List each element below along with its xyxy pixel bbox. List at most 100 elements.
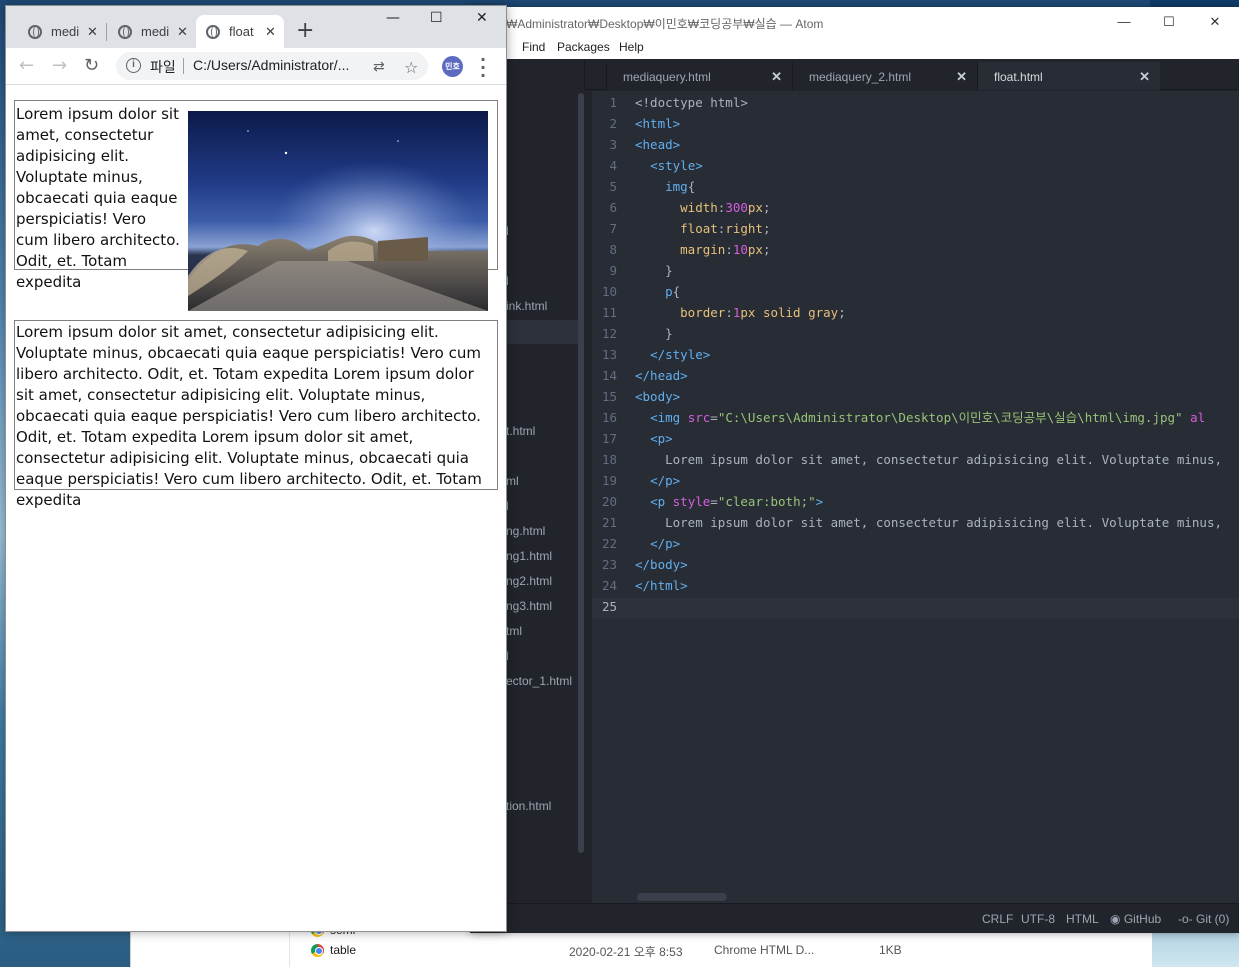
line-number: 6	[609, 200, 617, 215]
globe-icon	[118, 24, 132, 39]
tree-item[interactable]: ng.html	[506, 524, 545, 538]
forward-arrow-icon[interactable]: →	[52, 55, 67, 76]
tab-mediaquery-2[interactable]: mediaquery_2.html ✕	[792, 62, 977, 90]
code-line: <p>	[635, 428, 673, 449]
code-token: <style>	[650, 158, 703, 173]
code-editor[interactable]: <!doctype html> <html> <head> <style> im…	[635, 91, 1239, 903]
line-number-gutter: 1 2 3 4 5 6 7 8 9 10 11 12 13 14 15 16 1…	[592, 91, 635, 903]
tab-title: float	[229, 24, 254, 39]
close-tab-icon[interactable]: ✕	[1139, 69, 1150, 85]
line-number: 4	[609, 158, 617, 173]
close-icon[interactable]: ✕	[1205, 13, 1225, 31]
code-token: al	[1190, 410, 1206, 425]
more-menu-icon[interactable]: · · ·	[480, 52, 486, 84]
code-line: Lorem ipsum dolor sit amet, consectetur …	[635, 512, 1222, 533]
code-line: <img src="C:\Users\Administrator\Desktop…	[650, 410, 1206, 425]
menu-help[interactable]: Help	[619, 40, 644, 54]
code-token: img	[665, 179, 688, 194]
code-line: <!doctype html>	[635, 92, 748, 113]
menu-find[interactable]: Find	[522, 40, 545, 54]
tree-scrollbar[interactable]	[578, 93, 584, 853]
code-token: "clear:both;"	[717, 494, 816, 509]
browser-tab[interactable]: mediaquery ✕	[18, 15, 106, 48]
info-icon[interactable]: i	[126, 58, 141, 73]
tab-divider	[106, 23, 107, 41]
minimize-icon[interactable]: —	[386, 10, 400, 26]
maximize-icon[interactable]: ☐	[430, 10, 443, 26]
code-token: <p>	[650, 431, 673, 446]
code-token: <!doctype html>	[635, 95, 748, 110]
tree-item[interactable]: ng2.html	[506, 574, 552, 588]
reload-icon[interactable]: ↻	[84, 55, 99, 76]
avatar[interactable]: 민호	[442, 56, 463, 77]
code-token: 300	[725, 200, 748, 215]
url-text[interactable]: C:/Users/Administrator/...	[193, 57, 349, 73]
globe-icon	[28, 24, 42, 39]
line-number: 11	[601, 305, 617, 320]
close-icon[interactable]: ✕	[87, 24, 98, 40]
close-window-icon[interactable]: ✕	[476, 10, 488, 26]
line-number: 21	[601, 515, 617, 530]
minimize-icon[interactable]: —	[1114, 13, 1134, 31]
code-token: right	[725, 221, 763, 236]
close-tab-icon[interactable]: ✕	[771, 69, 782, 85]
file-row[interactable]: table	[311, 941, 356, 959]
horizontal-scrollbar[interactable]	[637, 893, 727, 901]
browser-tab[interactable]: mediaquery_2 ✕	[108, 15, 196, 48]
landscape-illustration	[188, 111, 488, 311]
menu-packages[interactable]: Packages	[557, 40, 610, 54]
close-icon[interactable]: ✕	[177, 24, 188, 40]
tab-mediaquery[interactable]: mediaquery.html ✕	[606, 62, 792, 90]
tree-item[interactable]: ink.html	[506, 299, 547, 313]
code-token: Lorem ipsum dolor sit amet, consectetur …	[665, 452, 1223, 467]
line-number: 13	[601, 347, 617, 362]
new-tab-button[interactable]: +	[296, 18, 314, 43]
code-token: </p>	[650, 536, 681, 551]
globe-icon	[206, 24, 220, 39]
tree-item[interactable]: t.html	[506, 424, 535, 438]
github-status[interactable]: ◉ GitHub	[1110, 912, 1161, 926]
current-line-highlight	[635, 598, 1239, 619]
line-number: 17	[601, 431, 617, 446]
tree-item[interactable]: tion.html	[506, 799, 551, 813]
code-token: px solid gray	[740, 305, 839, 320]
star-icon[interactable]: ☆	[404, 58, 418, 77]
line-ending-status[interactable]: CRLF	[982, 912, 1013, 926]
cleared-paragraph: Lorem ipsum dolor sit amet, consectetur …	[14, 320, 498, 509]
window-title: ₩Administrator₩Desktop₩이민호₩코딩공부₩실습 — Ato…	[506, 17, 824, 31]
code-line: width:300px;	[680, 200, 771, 215]
line-number: 1	[609, 95, 617, 110]
tree-item[interactable]: ng3.html	[506, 599, 552, 613]
tab-float[interactable]: float.html ✕	[977, 62, 1160, 90]
line-number: 14	[601, 368, 617, 383]
encoding-status[interactable]: UTF-8	[1021, 912, 1055, 926]
github-label: GitHub	[1123, 912, 1162, 926]
tree-item[interactable]: ng1.html	[506, 549, 552, 563]
maximize-icon[interactable]: ☐	[1159, 13, 1179, 31]
line-number: 2	[609, 116, 617, 131]
code-token: width	[680, 200, 718, 215]
github-icon: ◉	[1110, 912, 1121, 926]
tree-item[interactable]: tml	[506, 624, 522, 638]
file-type: Chrome HTML D...	[714, 943, 815, 957]
code-token: <body>	[635, 389, 681, 404]
code-token: Lorem ipsum dolor sit amet, consectetur …	[665, 515, 1223, 530]
tree-item[interactable]: ector_1.html	[506, 674, 572, 688]
line-number: 12	[601, 326, 617, 341]
translate-icon[interactable]: ⇄	[373, 59, 385, 75]
code-line: </head>	[635, 365, 688, 386]
grammar-status[interactable]: HTML	[1066, 912, 1099, 926]
back-arrow-icon[interactable]: ←	[19, 55, 34, 76]
code-token: </head>	[635, 368, 688, 383]
browser-tab-active[interactable]: float ✕	[196, 15, 284, 48]
code-line: float:right;	[680, 221, 771, 236]
git-status[interactable]: -o- Git (0)	[1178, 912, 1229, 926]
line-number: 15	[601, 389, 617, 404]
close-tab-icon[interactable]: ✕	[956, 69, 967, 85]
paragraph-text: Lorem ipsum dolor sit amet, consectetur …	[16, 105, 180, 291]
code-token: style	[672, 494, 711, 509]
code-line: Lorem ipsum dolor sit amet, consectetur …	[635, 449, 1222, 470]
close-icon[interactable]: ✕	[265, 24, 276, 40]
line-number: 8	[609, 242, 617, 257]
tree-item[interactable]: ml	[506, 474, 519, 488]
